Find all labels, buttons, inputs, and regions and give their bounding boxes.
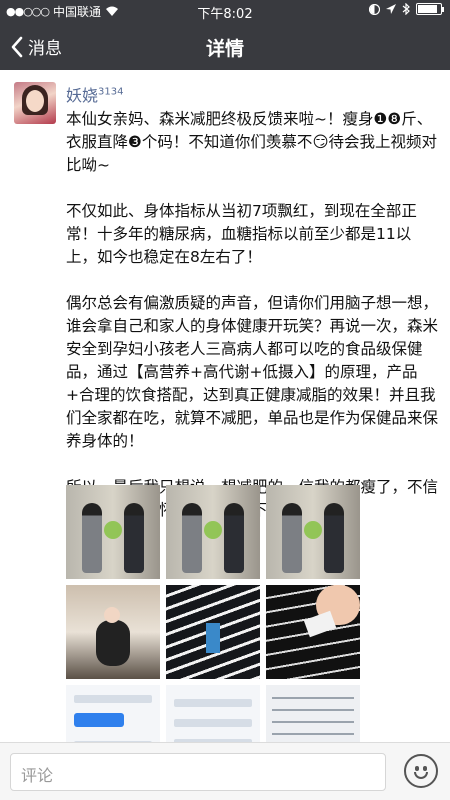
post-paragraph-2: 不仅如此、身体指标从当初7项飘红，到现在全部正常！十多年的糖尿病，血糖指标以前至… bbox=[66, 202, 417, 266]
photo-thumbnail-9[interactable] bbox=[266, 685, 360, 742]
comment-input[interactable]: 评论 bbox=[10, 753, 386, 791]
username-suffix: 3134 bbox=[98, 86, 124, 98]
comment-bar: 评论 bbox=[0, 742, 450, 800]
post-text: 本仙女亲妈、森米减肥终极反馈来啦~！瘦身❶❽斤、衣服直降❸个码！不知道你们羡慕不… bbox=[66, 108, 438, 522]
moon-icon bbox=[369, 3, 380, 15]
username-text: 妖娆 bbox=[66, 86, 99, 105]
photo-thumbnail-6[interactable] bbox=[266, 585, 360, 679]
emoji-icon[interactable] bbox=[404, 754, 438, 788]
photo-thumbnail-3[interactable] bbox=[266, 485, 360, 579]
photo-thumbnail-1[interactable] bbox=[66, 485, 160, 579]
avatar[interactable] bbox=[14, 82, 56, 124]
page-title: 详情 bbox=[205, 38, 244, 60]
photo-thumbnail-4[interactable] bbox=[66, 585, 160, 679]
navigation-bar: 消息 详情 bbox=[0, 22, 450, 70]
battery-icon bbox=[416, 3, 444, 15]
photo-thumbnail-8[interactable] bbox=[166, 685, 260, 742]
photo-thumbnail-5[interactable] bbox=[166, 585, 260, 679]
status-right bbox=[369, 3, 444, 15]
post-paragraph-3: 偶尔总会有偏激质疑的声音，但请你们用脑子想一想，谁会拿自己和家人的身体健康开玩笑… bbox=[66, 294, 439, 450]
post-paragraph-1: 本仙女亲妈、森米减肥终极反馈来啦~！瘦身❶❽斤、衣服直降❸个码！不知道你们羡慕不… bbox=[66, 110, 438, 174]
post-detail: 妖娆3134 本仙女亲妈、森米减肥终极反馈来啦~！瘦身❶❽斤、衣服直降❸个码！不… bbox=[0, 70, 450, 742]
username-link[interactable]: 妖娆3134 bbox=[66, 82, 123, 106]
location-icon bbox=[386, 3, 396, 14]
photo-thumbnail-2[interactable] bbox=[166, 485, 260, 579]
photo-thumbnail-7[interactable] bbox=[66, 685, 160, 742]
status-bar: ●●○○○ 中国联通 下午8:02 bbox=[0, 0, 450, 22]
bluetooth-icon bbox=[402, 3, 410, 15]
